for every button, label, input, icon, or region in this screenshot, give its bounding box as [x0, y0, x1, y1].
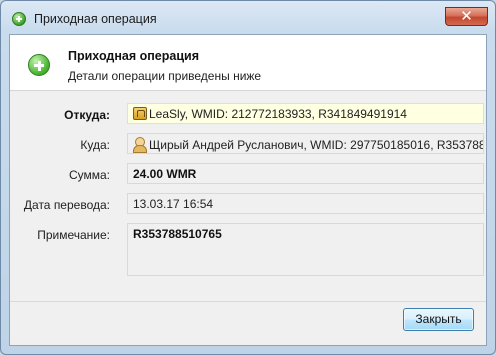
- title-bar[interactable]: Приходная операция ✕: [1, 1, 495, 35]
- from-field[interactable]: LeaSly, WMID: 212772183933, R34184949191…: [127, 103, 484, 124]
- note-field[interactable]: R353788510765: [127, 223, 484, 276]
- note-label: Примечание:: [37, 228, 110, 242]
- to-field[interactable]: Щирый Андрей Русланович, WMID: 297750185…: [127, 133, 484, 154]
- date-label: Дата перевода:: [23, 198, 110, 212]
- to-label: Куда:: [80, 138, 110, 152]
- from-label: Откуда:: [64, 108, 110, 122]
- header-title: Приходная операция: [68, 49, 200, 63]
- footer-divider: [10, 301, 486, 302]
- date-field[interactable]: 13.03.17 16:54: [127, 193, 484, 214]
- dialog-header: Приходная операция Детали операции приве…: [10, 35, 486, 91]
- close-icon: ✕: [460, 7, 473, 25]
- from-value: LeaSly, WMID: 212772183933, R34184949191…: [149, 107, 407, 121]
- dialog-window: Приходная операция ✕ Приходная операция …: [0, 0, 496, 355]
- plus-circle-icon: [12, 12, 26, 26]
- close-button[interactable]: Закрыть: [403, 308, 474, 331]
- plus-circle-icon: [28, 54, 50, 76]
- person-icon: [133, 137, 147, 153]
- dialog-content: Приходная операция Детали операции приве…: [9, 34, 487, 346]
- amount-label: Сумма:: [68, 168, 110, 182]
- purse-icon: [133, 107, 147, 120]
- amount-field[interactable]: 24.00 WMR: [127, 163, 484, 184]
- window-title: Приходная операция: [34, 12, 157, 26]
- header-subtitle: Детали операции приведены ниже: [68, 69, 262, 83]
- to-value: Щирый Андрей Русланович, WMID: 297750185…: [149, 138, 484, 152]
- window-close-button[interactable]: ✕: [445, 7, 488, 26]
